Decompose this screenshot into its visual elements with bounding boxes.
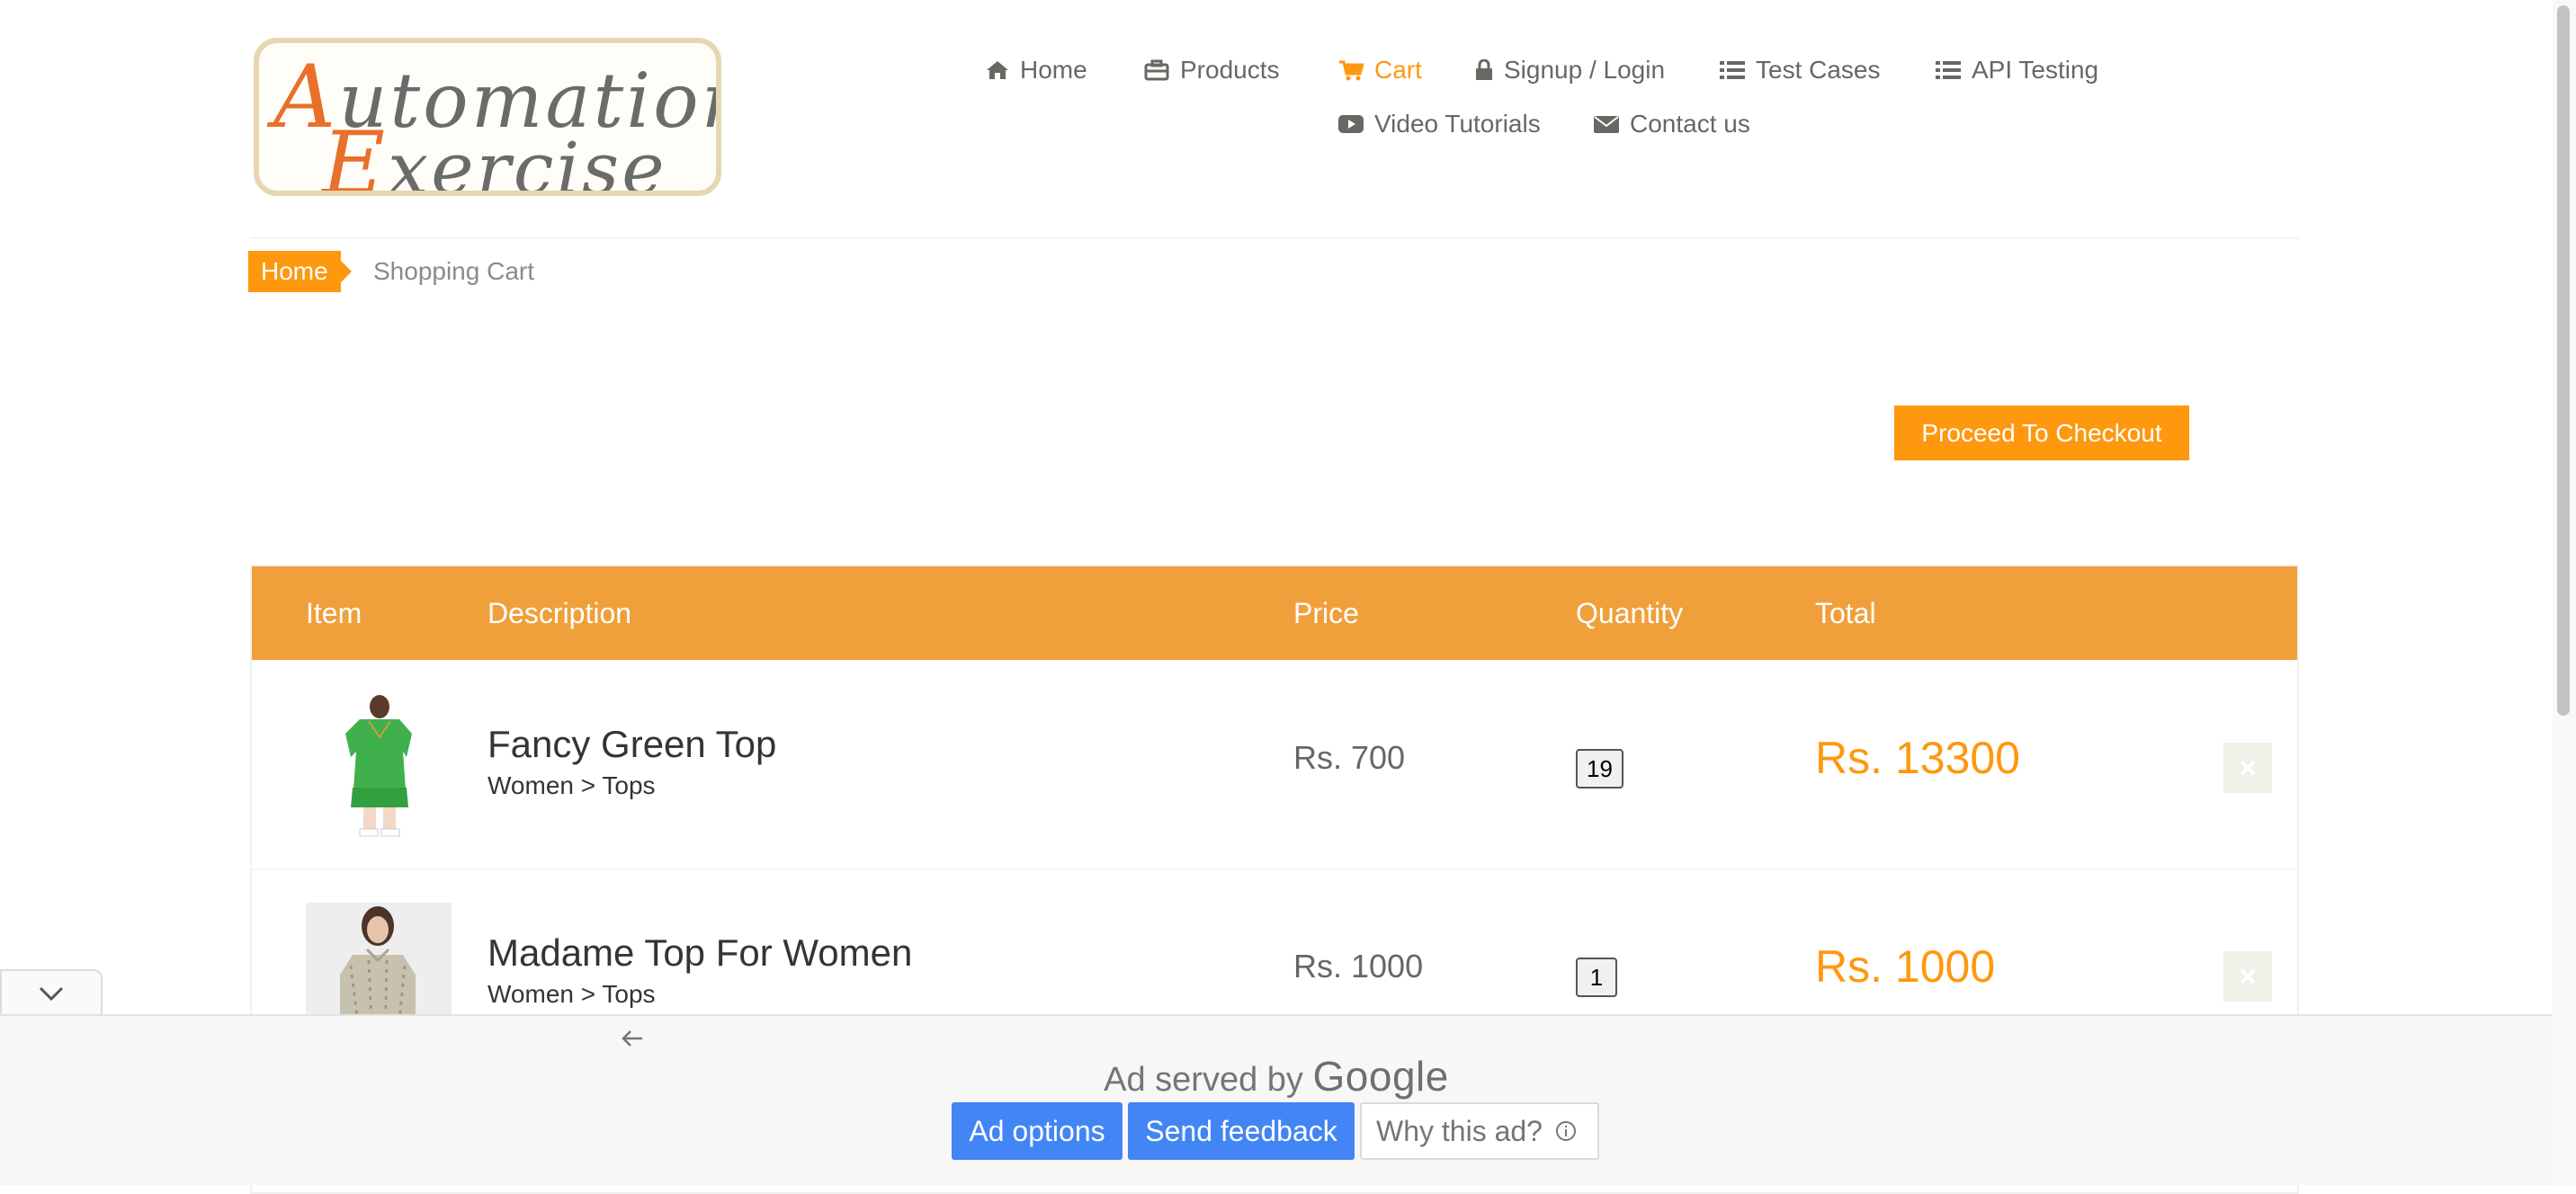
quantity-value: 19 (1576, 749, 1623, 789)
nav-video-tutorials[interactable]: Video Tutorials (1338, 110, 1541, 138)
ad-served-by: Ad served by Google (0, 1052, 2553, 1100)
ad-collapse-toggle[interactable] (0, 969, 103, 1016)
product-price: Rs. 700 (1293, 739, 1406, 776)
product-image[interactable] (306, 694, 452, 840)
list-icon (1720, 61, 1745, 79)
chevron-down-icon (39, 986, 64, 1002)
product-name-link[interactable]: Fancy Green Top (487, 723, 776, 766)
nav-test-cases[interactable]: Test Cases (1720, 56, 1881, 85)
close-icon (2240, 968, 2256, 985)
product-name-link[interactable]: Madame Top For Women (487, 931, 912, 975)
remove-item-button[interactable] (2223, 951, 2272, 1002)
column-header-description: Description (487, 597, 632, 629)
briefcase-icon (1144, 59, 1169, 81)
site-logo[interactable]: Automation Exercise (254, 38, 721, 196)
why-this-ad-button[interactable]: Why this ad? (1360, 1102, 1599, 1160)
product-total: Rs. 1000 (1815, 941, 1996, 992)
product-category: Women > Tops (487, 771, 656, 799)
proceed-to-checkout-button[interactable]: Proceed To Checkout (1894, 405, 2189, 460)
breadcrumb-home-link[interactable]: Home (248, 251, 352, 292)
envelope-icon (1594, 116, 1619, 133)
remove-item-button[interactable] (2223, 743, 2272, 793)
nav-signup-login[interactable]: Signup / Login (1475, 56, 1665, 85)
nav-products-label: Products (1180, 56, 1280, 84)
column-header-total: Total (1815, 597, 1876, 629)
back-arrow-icon[interactable] (621, 1029, 644, 1048)
ad-banner: Ad served by Google Ad options Send feed… (0, 1014, 2553, 1185)
nav-signup-login-label: Signup / Login (1504, 56, 1666, 84)
nav-api-testing-label: API Testing (1972, 56, 2099, 84)
cart-table-header: Item Description Price Quantity Total (252, 566, 2297, 660)
logo-line-2: Exercise (322, 113, 667, 196)
list-icon (1936, 61, 1961, 79)
page: Automation Exercise Home Products Cart S… (0, 0, 2576, 1194)
product-total: Rs. 13300 (1815, 733, 2020, 783)
shopping-cart-icon (1339, 60, 1364, 81)
home-icon (987, 61, 1008, 79)
ad-served-by-text: Ad served by (1104, 1061, 1303, 1099)
why-this-ad-label: Why this ad? (1376, 1114, 1543, 1147)
column-header-item: Item (306, 597, 362, 629)
ad-options-button[interactable]: Ad options (952, 1102, 1123, 1160)
close-icon (2240, 760, 2256, 776)
nav-api-testing[interactable]: API Testing (1936, 56, 2098, 85)
nav-home-label: Home (1020, 56, 1087, 84)
column-header-price: Price (1293, 597, 1359, 629)
send-feedback-button[interactable]: Send feedback (1128, 1102, 1355, 1160)
nav-video-tutorials-label: Video Tutorials (1374, 110, 1541, 138)
nav-cart[interactable]: Cart (1338, 56, 1422, 85)
cart-row: Fancy Green Top Women > Tops Rs. 700 19 … (252, 660, 2297, 870)
google-logo: Google (1312, 1053, 1449, 1100)
nav-cart-label: Cart (1374, 56, 1422, 84)
nav-test-cases-label: Test Cases (1756, 56, 1881, 84)
nav-home[interactable]: Home (986, 56, 1087, 85)
lock-icon (1476, 59, 1492, 80)
breadcrumb-current: Shopping Cart (373, 257, 535, 285)
info-icon (1555, 1121, 1576, 1141)
page-scrollbar-thumb[interactable] (2557, 5, 2570, 716)
column-header-quantity: Quantity (1576, 597, 1684, 629)
product-category: Women > Tops (487, 980, 656, 1008)
header-divider (250, 237, 2299, 239)
nav-contact-us[interactable]: Contact us (1594, 110, 1750, 138)
youtube-play-icon (1338, 115, 1364, 133)
quantity-value: 1 (1576, 958, 1617, 997)
nav-contact-us-label: Contact us (1630, 110, 1750, 138)
nav-products[interactable]: Products (1144, 56, 1280, 85)
product-price: Rs. 1000 (1293, 948, 1424, 985)
